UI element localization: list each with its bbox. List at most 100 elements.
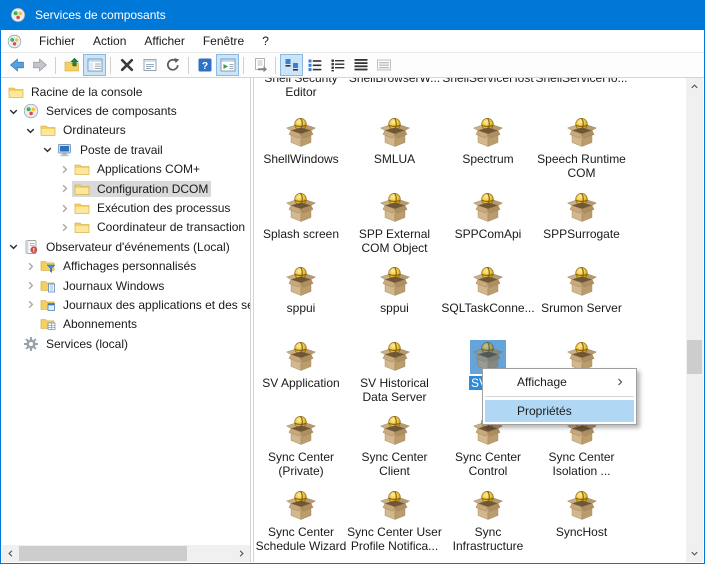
tree-item-label: Journaux Windows bbox=[60, 278, 167, 294]
tree-item-applications-com[interactable]: Applications COM+ bbox=[2, 160, 250, 179]
dcom-item-synchost[interactable]: SyncHost bbox=[534, 489, 630, 539]
com-icon bbox=[23, 103, 39, 119]
menu-fenetre[interactable]: Fenêtre bbox=[194, 31, 253, 51]
scroll-down-button[interactable] bbox=[686, 545, 703, 562]
dcom-item-sync-center-schedule-wizard[interactable]: Sync Center Schedule Wizard bbox=[253, 489, 349, 553]
dcom-item-sppui[interactable]: sppui bbox=[347, 265, 443, 315]
menu-action[interactable]: Action bbox=[84, 31, 135, 51]
expander-collapsed[interactable] bbox=[57, 162, 72, 177]
view-details-button[interactable] bbox=[349, 54, 372, 76]
export-list-button[interactable] bbox=[248, 54, 271, 76]
dcom-item-shellservicehost[interactable]: ShellServiceHost bbox=[440, 78, 536, 85]
view-list-button[interactable] bbox=[326, 54, 349, 76]
dcom-item-sync-center-user-profile-notifica[interactable]: Sync Center User Profile Notifica... bbox=[347, 489, 443, 553]
dcom-item-smlua[interactable]: SMLUA bbox=[347, 116, 443, 166]
tree-item-content: Applications COM+ bbox=[72, 161, 203, 177]
dcom-item-sync-center-client[interactable]: Sync Center Client bbox=[347, 414, 443, 478]
dcom-item-sppsurrogate[interactable]: SPPSurrogate bbox=[534, 191, 630, 241]
open-box-icon bbox=[566, 192, 598, 224]
show-action-pane-button[interactable] bbox=[216, 54, 239, 76]
dcom-item-speech-runtime-com[interactable]: Speech Runtime COM bbox=[534, 116, 630, 180]
expander-expanded[interactable] bbox=[23, 123, 38, 138]
tree-item-observateur-d-evenements-local[interactable]: Observateur d'événements (Local) bbox=[2, 237, 250, 256]
menu-afficher[interactable]: Afficher bbox=[135, 31, 193, 51]
expander-expanded[interactable] bbox=[6, 239, 21, 254]
expander-collapsed[interactable] bbox=[23, 278, 38, 293]
view-large-icons-button[interactable] bbox=[280, 54, 303, 76]
view-customize-button[interactable] bbox=[372, 54, 395, 76]
properties-button[interactable] bbox=[138, 54, 161, 76]
tree-item-label: Exécution des processus bbox=[94, 200, 233, 216]
tree-item-coordinateur-de-transaction[interactable]: Coordinateur de transaction bbox=[2, 218, 250, 237]
list-vertical-scrollbar[interactable] bbox=[686, 78, 703, 562]
dcom-item-label: Sync Center Control bbox=[440, 450, 536, 478]
dcom-item-sqltaskconne[interactable]: SQLTaskConne... bbox=[440, 265, 536, 315]
dcom-item-shell-security-editor[interactable]: Shell Security Editor bbox=[253, 78, 349, 99]
dcom-item-shellbrowserw[interactable]: ShellBrowserW... bbox=[347, 78, 443, 85]
tree-item-execution-des-processus[interactable]: Exécution des processus bbox=[2, 198, 250, 217]
dcom-item-sv-historical-data-server[interactable]: SV Historical Data Server bbox=[347, 340, 443, 404]
context-menu-item-proprietes[interactable]: Propriétés bbox=[485, 400, 634, 422]
folder-icon bbox=[74, 161, 90, 177]
tree-item-label: Applications COM+ bbox=[94, 161, 203, 177]
expander-expanded[interactable] bbox=[6, 104, 21, 119]
vertical-scroll-thumb[interactable] bbox=[687, 340, 702, 374]
help-button[interactable] bbox=[193, 54, 216, 76]
refresh-button[interactable] bbox=[161, 54, 184, 76]
tree-item-racine-de-la-console[interactable]: Racine de la console bbox=[2, 82, 250, 101]
dcom-item-shellwindows[interactable]: ShellWindows bbox=[253, 116, 349, 166]
open-box-icon bbox=[379, 415, 411, 447]
dcom-item-srumon-server[interactable]: Srumon Server bbox=[534, 265, 630, 315]
open-box-icon bbox=[379, 490, 411, 522]
open-box-icon bbox=[285, 490, 317, 522]
expander-collapsed[interactable] bbox=[23, 297, 38, 312]
menu-item[interactable]: ? bbox=[253, 31, 278, 51]
expander-expanded[interactable] bbox=[40, 142, 55, 157]
tree-item-ordinateurs[interactable]: Ordinateurs bbox=[2, 121, 250, 140]
dcom-item-label: SMLUA bbox=[347, 152, 443, 166]
expander-collapsed[interactable] bbox=[57, 220, 72, 235]
tree-item-configuration-dcom[interactable]: Configuration DCOM bbox=[2, 179, 250, 198]
folder-sub-icon bbox=[40, 316, 56, 332]
scroll-right-button[interactable] bbox=[233, 545, 250, 562]
tree-item-affichages-personnalises[interactable]: Affichages personnalisés bbox=[2, 257, 250, 276]
expander-collapsed[interactable] bbox=[57, 181, 72, 196]
dcom-app-icon bbox=[377, 116, 413, 150]
dcom-item-spectrum[interactable]: Spectrum bbox=[440, 116, 536, 166]
view-small-icons-button[interactable] bbox=[303, 54, 326, 76]
context-menu-item-affichage[interactable]: Affichage bbox=[485, 371, 634, 393]
tree-item-services-de-composants[interactable]: Services de composants bbox=[2, 101, 250, 120]
dcom-item-label: Srumon Server bbox=[534, 301, 630, 315]
tree-item-journaux-des-applications-et-des-se[interactable]: Journaux des applications et des se bbox=[2, 295, 250, 314]
dcom-item-sync-center-private[interactable]: Sync Center (Private) bbox=[253, 414, 349, 478]
dcom-item-shellserviceho[interactable]: ShellServiceHo... bbox=[534, 78, 630, 85]
up-one-level-button[interactable] bbox=[60, 54, 83, 76]
dcom-item-sv-application[interactable]: SV Application bbox=[253, 340, 349, 390]
dcom-item-spp-external-com-object[interactable]: SPP External COM Object bbox=[347, 191, 443, 255]
tree-item-journaux-windows[interactable]: Journaux Windows bbox=[2, 276, 250, 295]
scroll-up-button[interactable] bbox=[686, 78, 703, 95]
scroll-left-button[interactable] bbox=[2, 545, 19, 562]
dcom-item-sync-infrastructure[interactable]: Sync Infrastructure bbox=[440, 489, 536, 553]
delete-button[interactable] bbox=[115, 54, 138, 76]
tree-item-poste-de-travail[interactable]: Poste de travail bbox=[2, 140, 250, 159]
dcom-item-sppui[interactable]: sppui bbox=[253, 265, 349, 315]
show-console-tree-button[interactable] bbox=[83, 54, 106, 76]
horizontal-scroll-thumb[interactable] bbox=[19, 546, 187, 561]
title-bar[interactable]: Services de composants bbox=[1, 0, 704, 30]
expander-collapsed[interactable] bbox=[23, 259, 38, 274]
tree-item-abonnements[interactable]: Abonnements bbox=[2, 315, 250, 334]
expander-collapsed[interactable] bbox=[57, 201, 72, 216]
forward-button[interactable] bbox=[28, 54, 51, 76]
dcom-item-sppcomapi[interactable]: SPPComApi bbox=[440, 191, 536, 241]
chevron-expanded-icon bbox=[6, 104, 21, 119]
tree-item-services-local[interactable]: Services (local) bbox=[2, 334, 250, 353]
back-button[interactable] bbox=[5, 54, 28, 76]
dcom-app-icon bbox=[564, 265, 600, 299]
menu-fichier[interactable]: Fichier bbox=[30, 31, 84, 51]
dcom-item-label: SyncHost bbox=[534, 525, 630, 539]
dcom-item-splash-screen[interactable]: Splash screen bbox=[253, 191, 349, 241]
component-services-window: ? bbox=[0, 0, 705, 564]
chevron-up-icon bbox=[689, 81, 700, 92]
tree-horizontal-scrollbar[interactable] bbox=[2, 545, 250, 562]
